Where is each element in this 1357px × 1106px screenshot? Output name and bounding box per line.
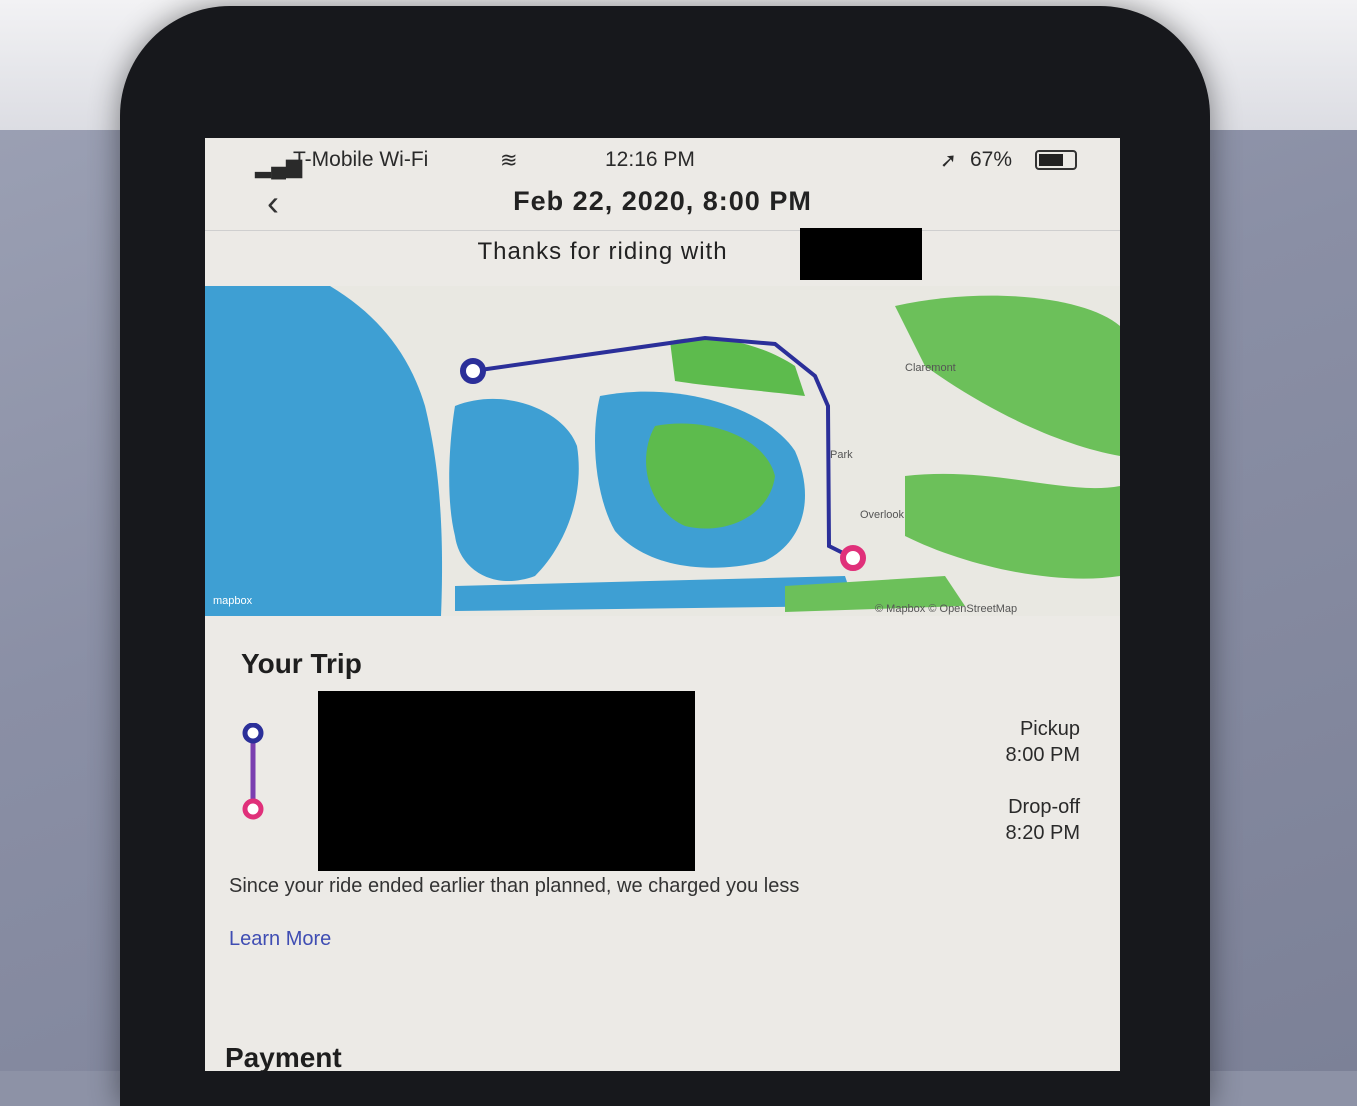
payment-heading: Payment — [225, 1042, 342, 1071]
your-trip-heading: Your Trip — [241, 648, 362, 679]
dropoff-label: Drop-off — [1008, 796, 1080, 818]
dropoff-info: Drop-off 8:20 PM — [1006, 794, 1080, 846]
pickup-time: 8:00 PM — [1005, 744, 1080, 766]
battery-icon — [1035, 150, 1077, 170]
status-time: 12:16 PM — [605, 148, 695, 171]
pickup-label: Pickup — [1019, 718, 1080, 740]
redaction-box — [800, 228, 922, 280]
header-bar: ‹ Feb 22, 2020, 8:00 PM — [205, 178, 1120, 231]
status-bar: ▂▄▆ T-Mobile Wi-Fi ≋ 12:16 PM ➚ 67% — [205, 138, 1120, 180]
mapbox-logo: mapbox — [213, 595, 253, 607]
map-attribution: © Mapbox © OpenStreetMap — [875, 603, 1017, 615]
thanks-message: Thanks for riding with — [205, 238, 1120, 266]
location-arrow-icon: ➚ — [940, 150, 957, 172]
carrier-label: T-Mobile Wi-Fi — [293, 148, 429, 171]
redaction-box — [318, 691, 695, 871]
fare-note: Since your ride ended earlier than plann… — [229, 875, 800, 897]
dropoff-time: 8:20 PM — [1005, 822, 1080, 844]
thanks-text: Thanks for riding with — [477, 238, 728, 265]
map-label-park: Park — [830, 449, 853, 461]
wifi-icon: ≋ — [500, 149, 518, 172]
map-label-claremont: Claremont — [905, 362, 956, 374]
page-title: Feb 22, 2020, 8:00 PM — [513, 186, 812, 216]
learn-more-link[interactable]: Learn More — [229, 928, 331, 951]
phone-screen: ▂▄▆ T-Mobile Wi-Fi ≋ 12:16 PM ➚ 67% ‹ Fe… — [205, 138, 1120, 1071]
map-pickup-marker — [460, 358, 486, 384]
route-timeline-icon — [242, 723, 264, 820]
pickup-info: Pickup 8:00 PM — [1006, 716, 1080, 768]
map-label-overlook: Overlook — [860, 509, 905, 521]
map-dropoff-marker — [840, 545, 866, 571]
trip-map[interactable]: Claremont Overlook Park mapbox © Mapbox … — [205, 286, 1120, 616]
battery-percent: 67% — [970, 148, 1013, 171]
